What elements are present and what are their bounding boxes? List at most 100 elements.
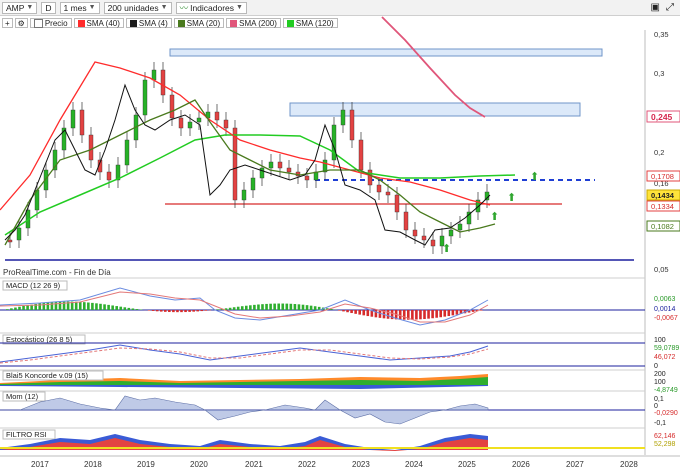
sma20-value: 0,1082 [651,222,674,231]
macd-bar [232,307,236,310]
stoch-value: 59,0789 [654,345,679,352]
macd-bar [354,310,357,314]
macd-bar [151,310,155,311]
momentum-panel: Mom (12) 0,1 0 -0,0290 -0,1 [0,391,678,427]
macd-bar [46,302,50,310]
macd-bar [168,310,171,313]
macd-bar [358,310,361,315]
blai5-value: 200 [654,371,666,378]
mom-title: Mom (12) [6,392,39,401]
macd-title: MACD (12 26 9) [6,281,61,290]
candle [304,175,310,181]
candle [268,161,274,169]
candle [88,134,94,161]
blai5-value: -4,8749 [654,387,678,394]
mom-value: 0,1 [654,396,664,403]
arrow-up-icon: ⬆ [530,171,539,183]
macd-bar [281,303,285,310]
candle [160,69,166,96]
price-axis: 0,35 0,3 0,2 0,16 0,05 [654,30,669,274]
mom-value: -0,1 [654,420,666,427]
macd-bar [479,310,483,311]
macd-bar [18,306,21,310]
candle [223,119,229,129]
macd-bar [107,304,110,310]
macd-bar [398,310,402,320]
candle [349,109,355,141]
candle [142,79,148,116]
candle [187,121,193,129]
macd-bar [135,309,139,310]
candle [7,239,13,243]
candle [79,109,85,136]
macd-bar [236,306,240,310]
sma120-value: 0,1708 [651,172,674,181]
stoch-value: 100 [654,337,666,344]
macd-bar [419,310,422,320]
macd-value: -0,0067 [654,315,678,322]
macd-bar [54,301,58,310]
macd-bar [192,310,195,312]
macd-bar [362,310,366,316]
macd-bar [119,306,123,310]
year-tick: 2023 [352,460,370,469]
macd-bar [261,304,264,310]
macd-bar [431,310,434,319]
macd-bar [253,304,256,310]
macd-bar [111,305,114,310]
arrow-up-icon: ⬆ [490,211,499,223]
macd-bar [74,301,78,310]
macd-bar [6,309,9,310]
macd-bar [273,303,276,310]
year-tick: 2022 [298,460,316,469]
macd-bar [415,310,418,320]
macd-bar [14,307,17,310]
macd-bar [350,310,353,314]
macd-bar [309,305,313,310]
stochastic-panel: Estocástico (26 8 5) 100 59,0789 46,072 … [0,334,679,370]
candle [151,69,157,81]
candle [169,94,175,119]
macd-bar [435,310,438,318]
macd-bar [172,310,175,313]
macd-bar [127,307,131,310]
year-tick: 2018 [84,460,102,469]
macd-bar [155,310,159,312]
candle [457,223,463,231]
macd-bar [103,304,106,310]
macd-bar [10,308,13,310]
macd-bar [42,302,46,310]
x-axis: 2017 2018 2019 2020 2021 2022 2023 2024 … [31,460,638,469]
price-tick: 0,3 [654,69,664,78]
stoch-k [0,344,489,363]
macd-bar [83,302,86,310]
sma200-line [381,16,486,118]
candle [358,139,364,171]
candle [403,211,409,231]
macd-bar [289,303,293,310]
macd-bar [123,307,127,310]
candle [16,227,22,241]
year-tick: 2026 [512,460,530,469]
macd-bar [338,310,341,311]
candle [124,139,130,166]
candle [367,169,373,186]
candle [250,177,256,191]
macd-panel: MACD (12 26 9) 0,0063 0,0014 -0,0067 [0,280,678,326]
macd-bar [411,310,414,320]
candle [286,167,292,173]
macd-bar [228,307,232,310]
price-value: 0,1434 [651,191,675,200]
price-chart[interactable]: ⬆ ⬆ ⬆ ⬆ 0,35 0,3 0,2 0,16 0,05 0,245 0,1… [0,0,680,471]
candle [277,161,283,169]
stoch-value: 0 [654,363,658,370]
sma120-line [4,134,516,236]
candle [196,117,202,123]
price-tick: 0,2 [654,148,664,157]
macd-bar [346,310,349,313]
macd-bar [301,304,305,310]
mom-value: 0 [654,403,658,410]
sma40-line [0,61,491,211]
macd-value: 0,0063 [654,296,676,303]
arrow-up-icon: ⬆ [442,243,451,255]
